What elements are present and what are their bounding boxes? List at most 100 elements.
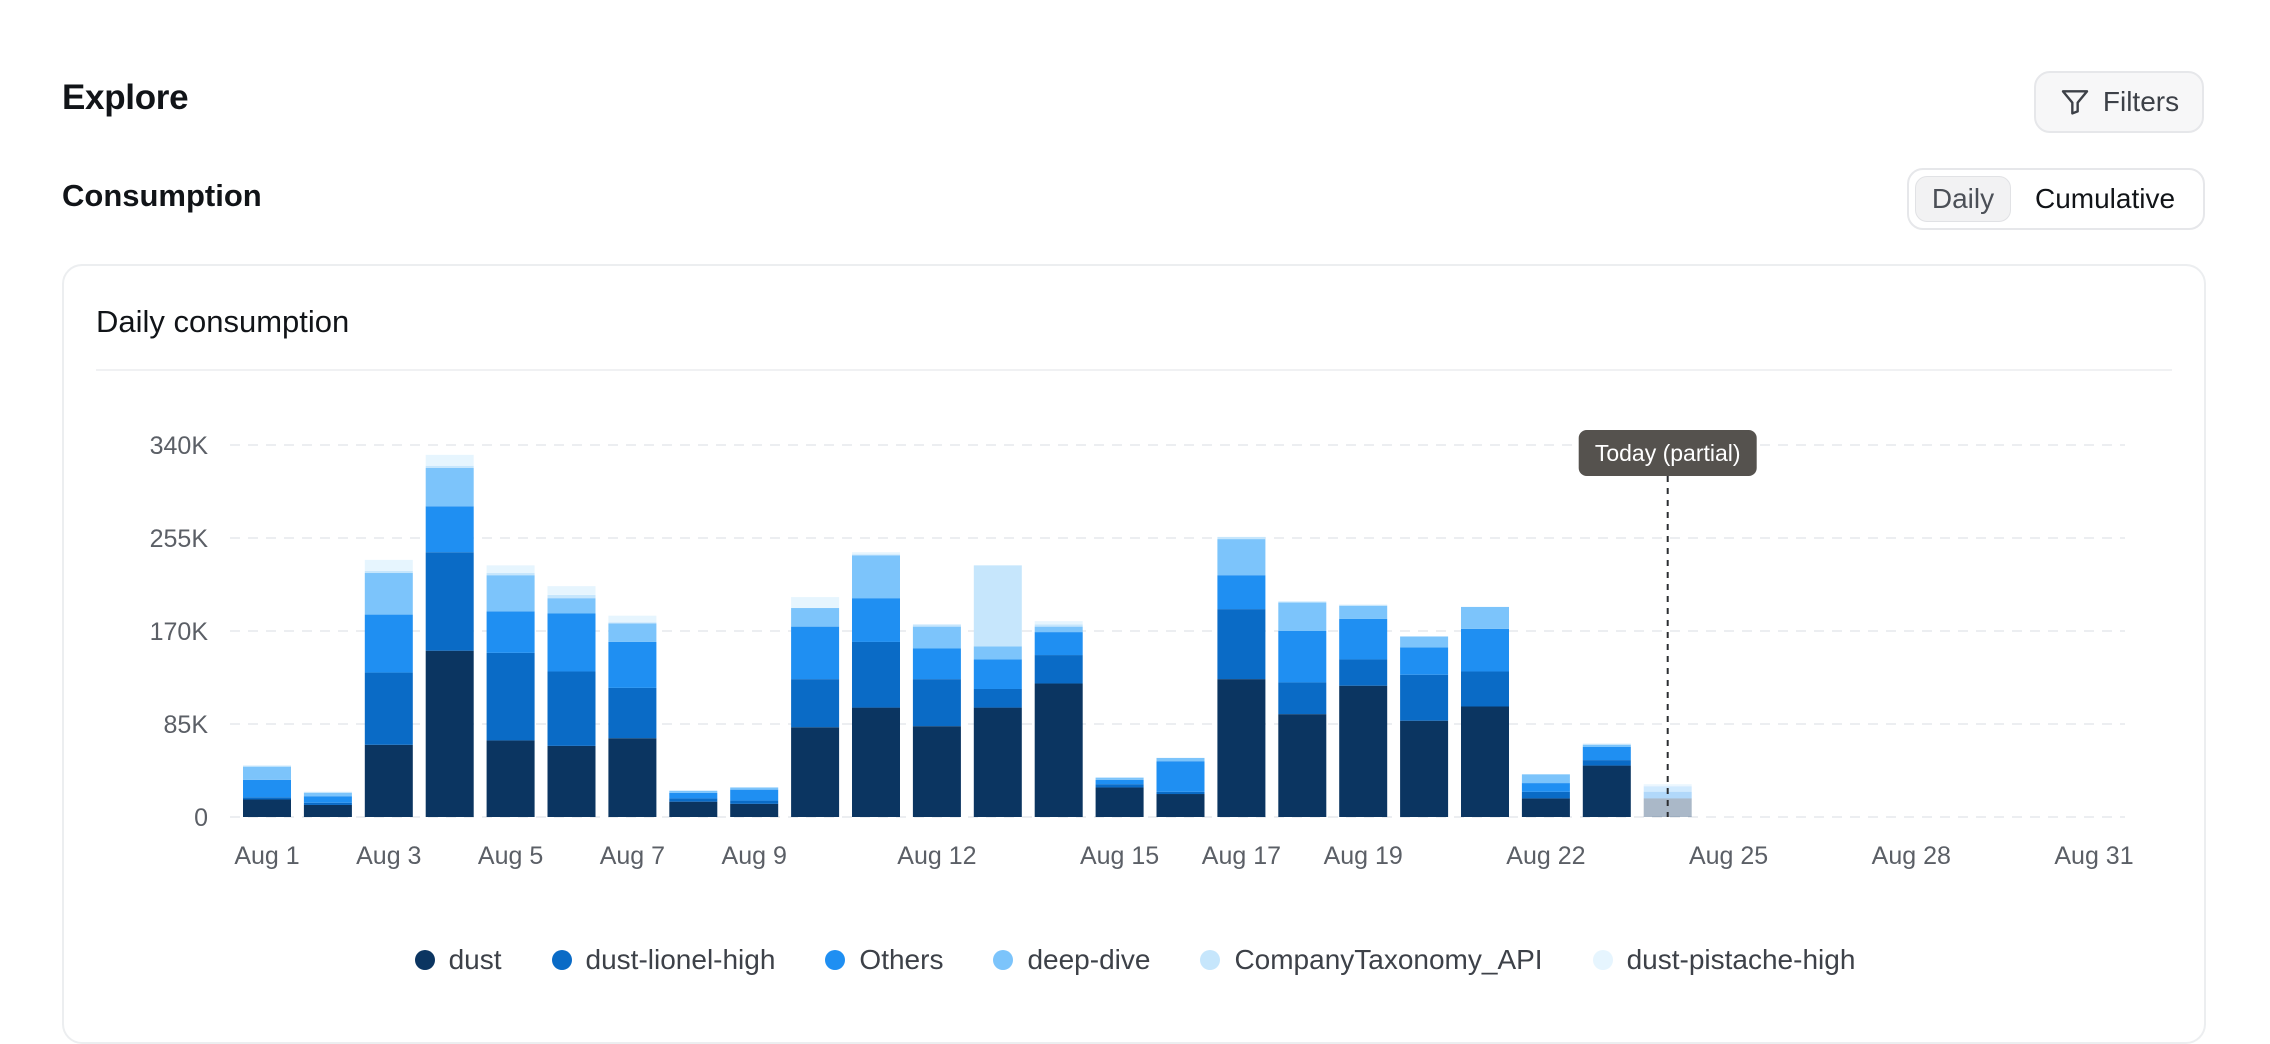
bar-segment xyxy=(1339,618,1388,660)
x-tick-label: Aug 17 xyxy=(1202,842,1281,870)
bar-segment xyxy=(852,598,900,642)
bar-segment xyxy=(1034,683,1083,817)
bar-segment xyxy=(1095,777,1144,780)
legend-swatch xyxy=(1592,950,1613,970)
bar-segment xyxy=(973,707,1022,817)
bar-segment xyxy=(1278,631,1327,683)
bar-segment xyxy=(973,646,1022,660)
bar-segment xyxy=(669,801,718,817)
bar-segment xyxy=(669,792,718,799)
bar-segment xyxy=(1156,791,1205,795)
bar-segment xyxy=(791,626,840,680)
bar-segment xyxy=(1521,774,1570,784)
x-tick-label: Aug 9 xyxy=(722,842,787,870)
bar-segment xyxy=(1400,674,1449,721)
bar-segment xyxy=(1339,659,1388,686)
bar-segment xyxy=(547,745,596,817)
legend-item[interactable]: CompanyTaxonomy_API xyxy=(1200,944,1543,976)
daily-consumption-chart: 0 85K 170K 255K 340K Aug 1 Aug 3 Aug 5 Aug 7 Aug … xyxy=(150,430,2134,870)
bar-segment xyxy=(547,594,596,599)
bar-segment xyxy=(1034,626,1083,633)
legend-item[interactable]: dust xyxy=(414,944,502,976)
bar-segment xyxy=(1643,784,1692,787)
legend-item[interactable]: Others xyxy=(825,944,943,976)
bar-segment xyxy=(1095,779,1144,785)
bar-segment xyxy=(1461,706,1509,817)
bar-segment xyxy=(1095,787,1144,817)
bar-segment xyxy=(669,798,718,802)
bar-segment xyxy=(912,679,961,727)
bar-segment xyxy=(1582,746,1631,761)
bar-segment xyxy=(1156,761,1205,792)
bar-segment xyxy=(608,687,657,739)
x-tick-label: Aug 7 xyxy=(600,842,665,870)
bar-segment xyxy=(364,672,413,745)
bar-segment xyxy=(1461,606,1509,629)
bar-segment xyxy=(912,648,961,680)
bar-segment xyxy=(1278,602,1327,631)
legend-label: CompanyTaxonomy_API xyxy=(1234,944,1543,975)
bar-segment xyxy=(912,624,961,627)
bar-segment xyxy=(608,641,657,688)
chart-legend: dust dust-lionel-high Others deep-dive Compa… xyxy=(0,944,2270,976)
y-tick-label: 170K xyxy=(150,618,209,646)
legend-swatch xyxy=(414,950,435,970)
bar-segment xyxy=(303,804,352,817)
x-tick-label: Aug 28 xyxy=(1872,842,1951,870)
bar-segment xyxy=(608,738,657,817)
legend-item[interactable]: dust-pistache-high xyxy=(1592,944,1855,976)
bar-segment xyxy=(852,555,900,599)
bar-segment xyxy=(1278,601,1327,603)
x-tick-label: Aug 3 xyxy=(356,842,421,870)
x-tick-label: Aug 25 xyxy=(1689,842,1768,870)
bar-segment xyxy=(852,707,900,817)
bar-segment xyxy=(1278,682,1327,715)
bar-segment xyxy=(1217,679,1266,817)
bar-segment xyxy=(486,565,535,574)
bar-segment xyxy=(1095,784,1144,788)
bar-segment xyxy=(425,506,474,553)
bar-segment xyxy=(1521,783,1570,792)
y-tick-label: 340K xyxy=(150,432,209,460)
bar-segment xyxy=(1339,685,1388,817)
bar-segment xyxy=(1521,791,1570,799)
legend-label: deep-dive xyxy=(1027,944,1151,975)
bar-segment xyxy=(669,790,718,793)
bar-segment xyxy=(730,787,779,790)
bar-segment xyxy=(425,552,474,651)
bar-segment xyxy=(243,766,291,780)
bar-segment xyxy=(486,575,535,612)
x-tick-label: Aug 31 xyxy=(2054,842,2133,870)
bar-segment xyxy=(486,740,535,817)
legend-item[interactable]: dust-lionel-high xyxy=(551,944,775,976)
bar-segment xyxy=(1582,760,1631,766)
bar-segment xyxy=(547,613,596,672)
bar-segment xyxy=(912,626,961,649)
bar-segment xyxy=(852,552,900,555)
bar-segment xyxy=(243,799,291,817)
legend-swatch xyxy=(825,950,846,970)
bar-segment xyxy=(1278,714,1327,817)
bar-segment xyxy=(608,615,657,623)
bar-segment xyxy=(608,623,657,642)
bar-segment xyxy=(1461,628,1509,672)
bar-segment xyxy=(364,559,413,571)
bar-segment xyxy=(303,802,352,805)
bar-segment xyxy=(486,611,535,653)
bar-segment xyxy=(791,608,840,627)
x-tick-label: Aug 19 xyxy=(1324,842,1403,870)
bar-segment xyxy=(303,792,352,797)
bar-segment xyxy=(547,586,596,595)
bar-segment xyxy=(730,789,779,801)
bar-segment xyxy=(730,803,779,817)
bar-segment xyxy=(425,465,474,468)
legend-label: Others xyxy=(859,944,944,975)
bar-segment xyxy=(425,454,474,466)
bar-segment xyxy=(1400,636,1449,648)
bar-segment xyxy=(1034,621,1083,625)
bar-segment xyxy=(243,779,291,798)
x-tick-label: Aug 5 xyxy=(478,842,543,870)
x-tick-label: Aug 15 xyxy=(1080,842,1159,870)
bar-segment xyxy=(1217,539,1266,576)
legend-item[interactable]: deep-dive xyxy=(993,944,1150,976)
